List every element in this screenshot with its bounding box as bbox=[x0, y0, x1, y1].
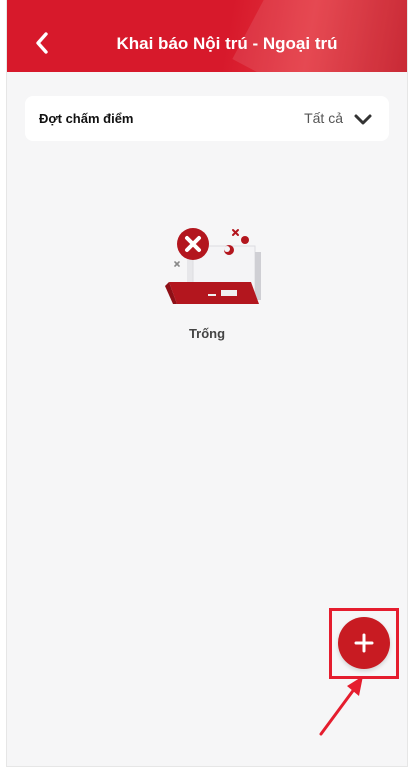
add-button[interactable] bbox=[338, 617, 390, 669]
arrow-pointer-icon bbox=[319, 676, 363, 736]
grading-period-filter[interactable]: Đợt chấm điểm Tất cả bbox=[25, 96, 389, 141]
empty-state-text: Trống bbox=[188, 326, 226, 341]
chevron-down-icon bbox=[354, 114, 372, 125]
chevron-left-icon bbox=[36, 32, 48, 54]
filter-selected-value: Tất cả bbox=[304, 110, 343, 126]
empty-document-error-icon bbox=[165, 228, 261, 304]
app-header: Khai báo Nội trú - Ngoại trú bbox=[7, 0, 407, 72]
back-button[interactable] bbox=[29, 30, 55, 56]
plus-icon bbox=[354, 633, 374, 653]
filter-label: Đợt chấm điểm bbox=[39, 111, 134, 126]
page-title: Khai báo Nội trú - Ngoại trú bbox=[116, 34, 338, 53]
